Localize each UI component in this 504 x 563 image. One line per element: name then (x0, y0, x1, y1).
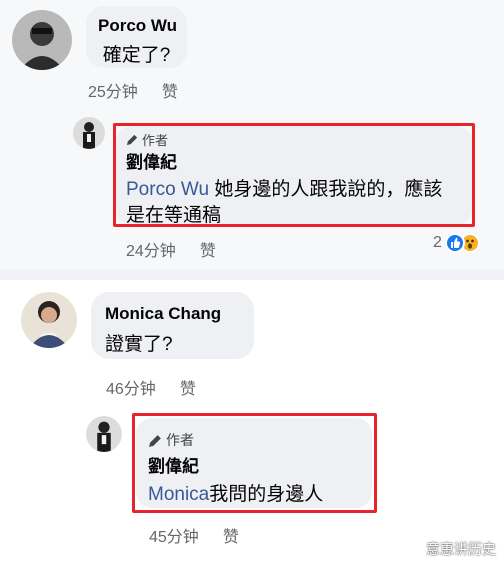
thread-divider (0, 270, 504, 280)
comment-author[interactable]: Monica Chang (105, 304, 221, 324)
reply-meta: 24分钟赞 (126, 237, 216, 261)
reply-meta: 45分钟赞 (149, 523, 239, 547)
comment-time[interactable]: 25分钟 (88, 78, 138, 102)
comment-author[interactable]: Porco Wu (98, 16, 177, 36)
reaction-count: 2 (433, 234, 442, 251)
reaction-summary[interactable]: 2 (433, 233, 480, 253)
red-highlight-box (113, 123, 475, 227)
watermark: 意恵讲历史 (426, 541, 496, 557)
red-highlight-box (132, 413, 377, 513)
like-button[interactable]: 赞 (200, 237, 216, 261)
like-button[interactable]: 赞 (180, 375, 196, 399)
comment-text: 確定了? (102, 45, 171, 66)
avatar-liu-wei-ji[interactable] (73, 117, 105, 149)
like-reaction-icon (444, 233, 465, 253)
reply-time[interactable]: 45分钟 (149, 523, 199, 547)
avatar-monica-chang[interactable] (21, 292, 77, 348)
comment-text: 證實了? (105, 334, 173, 355)
comment-time[interactable]: 46分钟 (106, 375, 156, 399)
comment-bubble: Monica Chang 證實了? (91, 292, 254, 359)
like-button[interactable]: 赞 (223, 523, 239, 547)
comment-meta: 25分钟赞 (88, 78, 178, 102)
like-button[interactable]: 赞 (162, 78, 178, 102)
avatar-liu-wei-ji[interactable] (86, 416, 122, 452)
avatar-porco-wu[interactable] (12, 10, 72, 70)
comment-bubble: Porco Wu 確定了? (86, 6, 187, 68)
reply-time[interactable]: 24分钟 (126, 237, 176, 261)
comment-meta: 46分钟赞 (106, 375, 196, 399)
